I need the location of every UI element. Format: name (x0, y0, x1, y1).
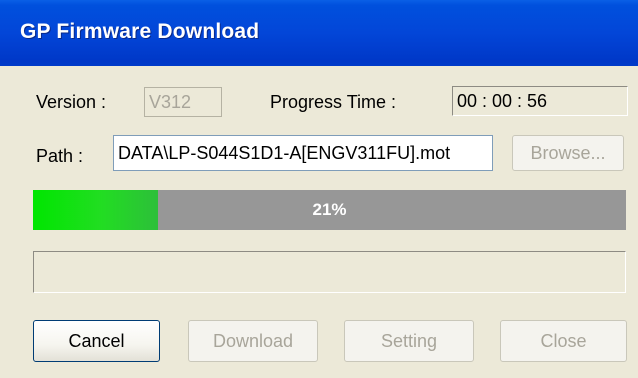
version-label: Version : (36, 92, 107, 112)
download-button[interactable]: Download (188, 320, 318, 362)
path-input[interactable]: DATA\LP-S044S1D1-A[ENGV311FU].mot (113, 135, 493, 171)
cancel-button[interactable]: Cancel (33, 320, 160, 362)
path-label: Path : (36, 146, 84, 166)
version-field: V312 (144, 87, 222, 117)
firmware-download-dialog: GP Firmware Download Version : V312 Prog… (0, 0, 638, 378)
setting-button[interactable]: Setting (344, 320, 474, 362)
browse-button[interactable]: Browse... (512, 135, 624, 171)
close-button[interactable]: Close (500, 320, 627, 362)
progress-bar: 21% (33, 190, 626, 230)
window-title: GP Firmware Download (20, 20, 260, 43)
progress-time-field: 00 : 00 : 56 (452, 86, 628, 116)
status-message-box (33, 251, 626, 293)
progress-time-label: Progress Time : (270, 92, 397, 112)
title-bar[interactable]: GP Firmware Download (0, 0, 638, 66)
progress-percent-text: 21% (312, 200, 347, 219)
